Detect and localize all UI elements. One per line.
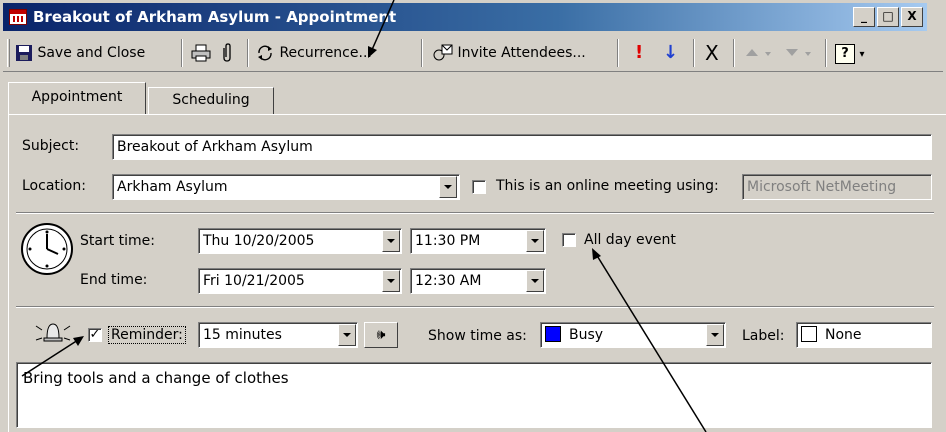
all-day-checkbox[interactable] <box>562 233 576 247</box>
title-bar[interactable]: Breakout of Arkham Asylum - Appointment … <box>3 3 927 31</box>
previous-item-button[interactable] <box>745 41 775 65</box>
online-meeting-checkbox[interactable] <box>472 180 486 194</box>
end-date-input[interactable]: Fri 10/21/2005 <box>198 268 402 294</box>
close-button[interactable]: X <box>901 7 923 27</box>
chevron-down-icon: ▾ <box>859 49 865 60</box>
reminder-checkbox[interactable]: ✓ <box>88 328 102 342</box>
speaker-icon: 🕪 <box>376 327 386 343</box>
toolbar-grip[interactable] <box>7 39 10 67</box>
tab-appointment[interactable]: Appointment <box>8 82 146 114</box>
save-close-label: Save and Close <box>37 45 146 61</box>
help-icon: ? <box>835 44 855 64</box>
online-meeting-provider: Microsoft NetMeeting <box>742 174 932 200</box>
window-title: Breakout of Arkham Asylum - Appointment <box>33 8 397 26</box>
end-time-label: End time: <box>80 272 148 288</box>
online-meeting-label: This is an online meeting using: <box>496 178 719 194</box>
reminder-time-dropdown[interactable] <box>338 324 356 346</box>
end-date-dropdown[interactable] <box>382 270 400 292</box>
label-color-swatch <box>801 326 817 342</box>
show-time-as-select[interactable]: Busy <box>540 322 726 348</box>
recurrence-button[interactable]: Recurrence... <box>255 41 372 65</box>
location-input[interactable]: Arkham Asylum <box>112 174 460 200</box>
help-button[interactable]: ? ▾ <box>835 41 864 65</box>
subject-input[interactable]: Breakout of Arkham Asylum <box>112 134 932 160</box>
appointment-window: Breakout of Arkham Asylum - Appointment … <box>0 0 946 432</box>
divider <box>16 212 934 214</box>
invite-attendees-label: Invite Attendees... <box>457 45 586 61</box>
floppy-disk-icon <box>16 45 32 61</box>
reminder-sound-button[interactable]: 🕪 <box>364 322 398 348</box>
invite-attendees-icon <box>433 44 453 61</box>
clock-icon <box>21 223 73 275</box>
invite-attendees-button[interactable]: Invite Attendees... <box>431 41 586 65</box>
up-arrow-icon <box>746 49 771 56</box>
minimize-button[interactable]: _ <box>853 7 875 27</box>
down-arrow-icon <box>786 49 811 56</box>
location-label: Location: <box>22 178 86 194</box>
notes-textarea[interactable]: Bring tools and a change of clothes <box>16 362 932 428</box>
location-dropdown[interactable] <box>439 176 457 198</box>
reminder-label: Reminder: <box>108 326 186 344</box>
label-select[interactable]: None <box>796 322 932 348</box>
importance-high-button[interactable]: ! <box>635 41 643 65</box>
label-label: Label: <box>742 328 785 344</box>
label-value: None <box>825 327 862 343</box>
start-date-dropdown[interactable] <box>382 230 400 252</box>
start-date-input[interactable]: Thu 10/20/2005 <box>198 228 402 254</box>
reminder-time-input[interactable]: 15 minutes <box>198 322 358 348</box>
show-time-as-dropdown[interactable] <box>706 324 724 346</box>
recurrence-icon <box>258 45 272 61</box>
divider <box>16 306 934 308</box>
start-time-dropdown[interactable] <box>526 230 544 252</box>
paperclip-icon <box>223 43 231 62</box>
end-time-dropdown[interactable] <box>526 270 544 292</box>
start-time-label: Start time: <box>80 233 155 249</box>
toolbar: Save and Close Recurrence... Invite Atte… <box>3 34 943 72</box>
show-time-as-label: Show time as: <box>428 328 527 344</box>
all-day-label: All day event <box>584 232 676 248</box>
printer-icon <box>191 44 211 62</box>
tab-scheduling[interactable]: Scheduling <box>148 87 274 114</box>
subject-label: Subject: <box>22 138 80 154</box>
save-close-button[interactable]: Save and Close <box>15 41 145 65</box>
next-item-button[interactable] <box>785 41 815 65</box>
delete-button[interactable]: X <box>705 41 719 65</box>
show-time-as-value: Busy <box>569 327 604 343</box>
bell-icon <box>35 323 71 342</box>
calendar-icon <box>9 9 27 25</box>
importance-low-button[interactable]: ↓ <box>663 41 678 65</box>
attach-button[interactable] <box>221 41 233 65</box>
maximize-button[interactable]: □ <box>877 7 899 27</box>
recurrence-label: Recurrence... <box>279 45 372 61</box>
print-button[interactable] <box>191 41 211 65</box>
busy-color-swatch <box>545 326 561 342</box>
